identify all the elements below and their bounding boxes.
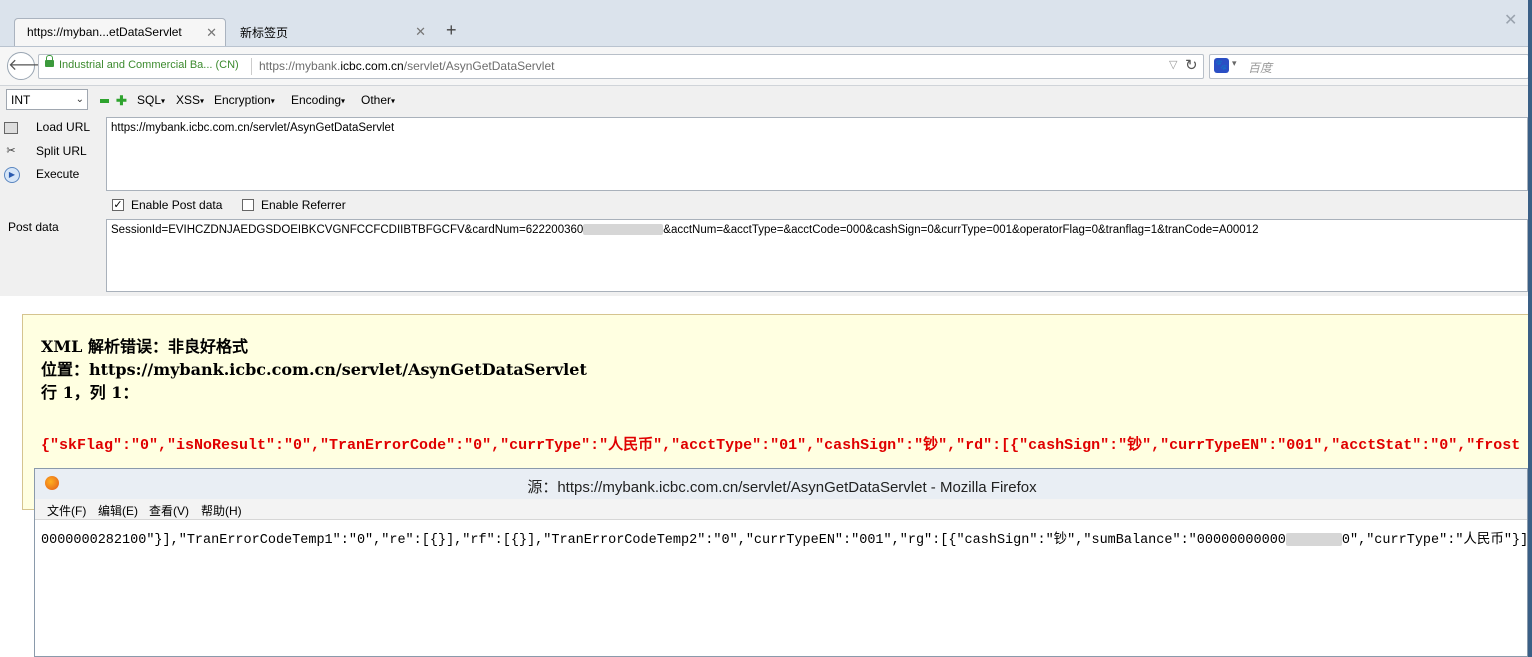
menu-label: Encoding	[291, 93, 342, 107]
menu-sql[interactable]: SQL▾	[137, 93, 165, 107]
url-prefix: https://mybank.	[259, 59, 341, 73]
chevron-down-icon: ▾	[270, 96, 275, 106]
type-select[interactable]: INT ⌄	[6, 89, 88, 110]
url-path: /servlet/AsynGetDataServlet	[403, 59, 555, 73]
menu-label: Other	[361, 93, 392, 107]
desktop-edge	[1528, 0, 1532, 657]
tab-label: 新标签页	[240, 26, 289, 40]
chevron-down-icon: ▾	[161, 96, 166, 106]
source-text-start: 0000000282100"}],"TranErrorCodeTemp1":"0…	[41, 533, 1286, 548]
redacted-balance	[1285, 532, 1342, 546]
lock-icon	[45, 55, 54, 67]
window-close-icon[interactable]: ✕	[1504, 10, 1517, 30]
redacted-card-number	[583, 224, 664, 236]
divider	[251, 58, 252, 75]
post-data-end: &acctNum=&acctType=&acctCode=000&cashSig…	[663, 224, 1259, 236]
checkmark-icon: ✓	[112, 199, 124, 211]
navigation-bar: 🡐 Industrial and Commercial Ba... (CN) h…	[0, 47, 1528, 86]
unchecked-box-icon	[242, 199, 254, 211]
checkbox-label: Enable Post data	[131, 198, 223, 212]
url-text[interactable]: https://mybank.icbc.com.cn/servlet/AsynG…	[259, 59, 554, 73]
url-textarea[interactable]: https://mybank.icbc.com.cn/servlet/AsynG…	[106, 117, 1528, 191]
load-url-button[interactable]: Load URL	[4, 118, 104, 138]
menu-file[interactable]: 文件(F)	[47, 502, 86, 519]
scissors-icon: ✂	[6, 145, 16, 157]
back-arrow-icon[interactable]: 🡐	[7, 52, 51, 80]
checkbox-label: Enable Referrer	[261, 198, 346, 212]
action-label: Load URL	[36, 120, 91, 134]
menu-encryption[interactable]: Encryption▾	[214, 93, 275, 107]
decrease-icon[interactable]	[100, 99, 109, 103]
error-position: 行 1，列 1：	[41, 383, 139, 402]
split-url-button[interactable]: ✂ Split URL	[4, 142, 104, 162]
reload-icon[interactable]: ↻	[1185, 56, 1198, 74]
browser-window: https://myban...etDataServlet ✕ 新标签页 ✕ +…	[0, 0, 1528, 657]
chevron-down-icon[interactable]: ▾	[1232, 58, 1237, 69]
load-url-icon	[4, 122, 18, 134]
url-domain: icbc.com.cn	[340, 59, 404, 73]
error-message: XML 解析错误：非良好格式 位置：https://mybank.icbc.co…	[41, 335, 587, 404]
chevron-down-icon: ▾	[200, 96, 205, 106]
close-icon[interactable]: ✕	[415, 24, 426, 40]
menu-edit[interactable]: 编辑(E)	[98, 502, 138, 519]
increase-icon[interactable]: ✚	[116, 94, 127, 107]
menu-label: XSS	[176, 93, 201, 107]
error-location: 位置：https://mybank.icbc.com.cn/servlet/As…	[41, 360, 587, 379]
tab-asyn-get-data[interactable]: https://myban...etDataServlet ✕	[14, 18, 226, 46]
action-label: Split URL	[36, 144, 87, 158]
baidu-paw-icon[interactable]: 🐾	[1214, 58, 1229, 73]
menu-encoding[interactable]: Encoding▾	[291, 93, 345, 107]
source-window-title: 源：https://mybank.icbc.com.cn/servlet/Asy…	[527, 479, 1037, 496]
execute-icon: ▶	[4, 167, 20, 183]
error-source-text: {"skFlag":"0","isNoResult":"0","TranErro…	[41, 437, 1521, 454]
menu-xss[interactable]: XSS▾	[176, 93, 204, 107]
chevron-down-icon: ▾	[341, 96, 346, 106]
source-text: 0000000282100"}],"TranErrorCodeTemp1":"0…	[41, 527, 1528, 548]
post-data-label: Post data	[8, 220, 59, 234]
close-icon[interactable]: ✕	[206, 25, 217, 41]
view-source-window: 源：https://mybank.icbc.com.cn/servlet/Asy…	[34, 468, 1528, 657]
menu-view[interactable]: 查看(V)	[149, 502, 189, 519]
tab-new-tab[interactable]: 新标签页 ✕	[228, 18, 434, 46]
url-bar[interactable]: Industrial and Commercial Ba... (CN) htt…	[38, 54, 1204, 79]
menu-help[interactable]: 帮助(H)	[201, 502, 242, 519]
action-label: Execute	[36, 167, 80, 181]
hackbar-panel: INT ⌄ ✚ SQL▾ XSS▾ Encryption▾ Encoding▾ …	[0, 86, 1528, 296]
source-window-titlebar: 源：https://mybank.icbc.com.cn/servlet/Asy…	[35, 469, 1527, 499]
new-tab-plus-icon[interactable]: +	[446, 20, 457, 41]
source-menu-bar: 文件(F) 编辑(E) 查看(V) 帮助(H)	[35, 499, 1527, 520]
error-title: XML 解析错误：非良好格式	[41, 337, 248, 356]
search-input[interactable]: 百度	[1248, 59, 1272, 76]
tab-label: https://myban...etDataServlet	[27, 25, 182, 39]
menu-label: Encryption	[214, 93, 271, 107]
post-data-textarea[interactable]: SessionId=EVIHCZDNJAEDGSDOEIBKCVGNFCCFCD…	[106, 219, 1528, 292]
type-select-value: INT	[11, 93, 31, 107]
execute-button[interactable]: ▶ Execute	[4, 165, 104, 185]
menu-label: SQL	[137, 93, 162, 107]
search-bar[interactable]: 🐾 ▾ 百度	[1209, 54, 1528, 79]
post-data-start: SessionId=EVIHCZDNJAEDGSDOEIBKCVGNFCCFCD…	[111, 224, 584, 236]
chevron-down-icon: ⌄	[75, 94, 84, 105]
site-identity[interactable]: Industrial and Commercial Ba... (CN)	[59, 59, 239, 71]
history-dropdown-icon[interactable]: ▽	[1169, 58, 1177, 71]
tab-bar: https://myban...etDataServlet ✕ 新标签页 ✕ +…	[0, 0, 1528, 47]
menu-other[interactable]: Other▾	[361, 93, 395, 107]
chevron-down-icon: ▾	[391, 96, 396, 106]
source-text-end: 0","currType":"人民币"}],"r	[1341, 533, 1528, 548]
